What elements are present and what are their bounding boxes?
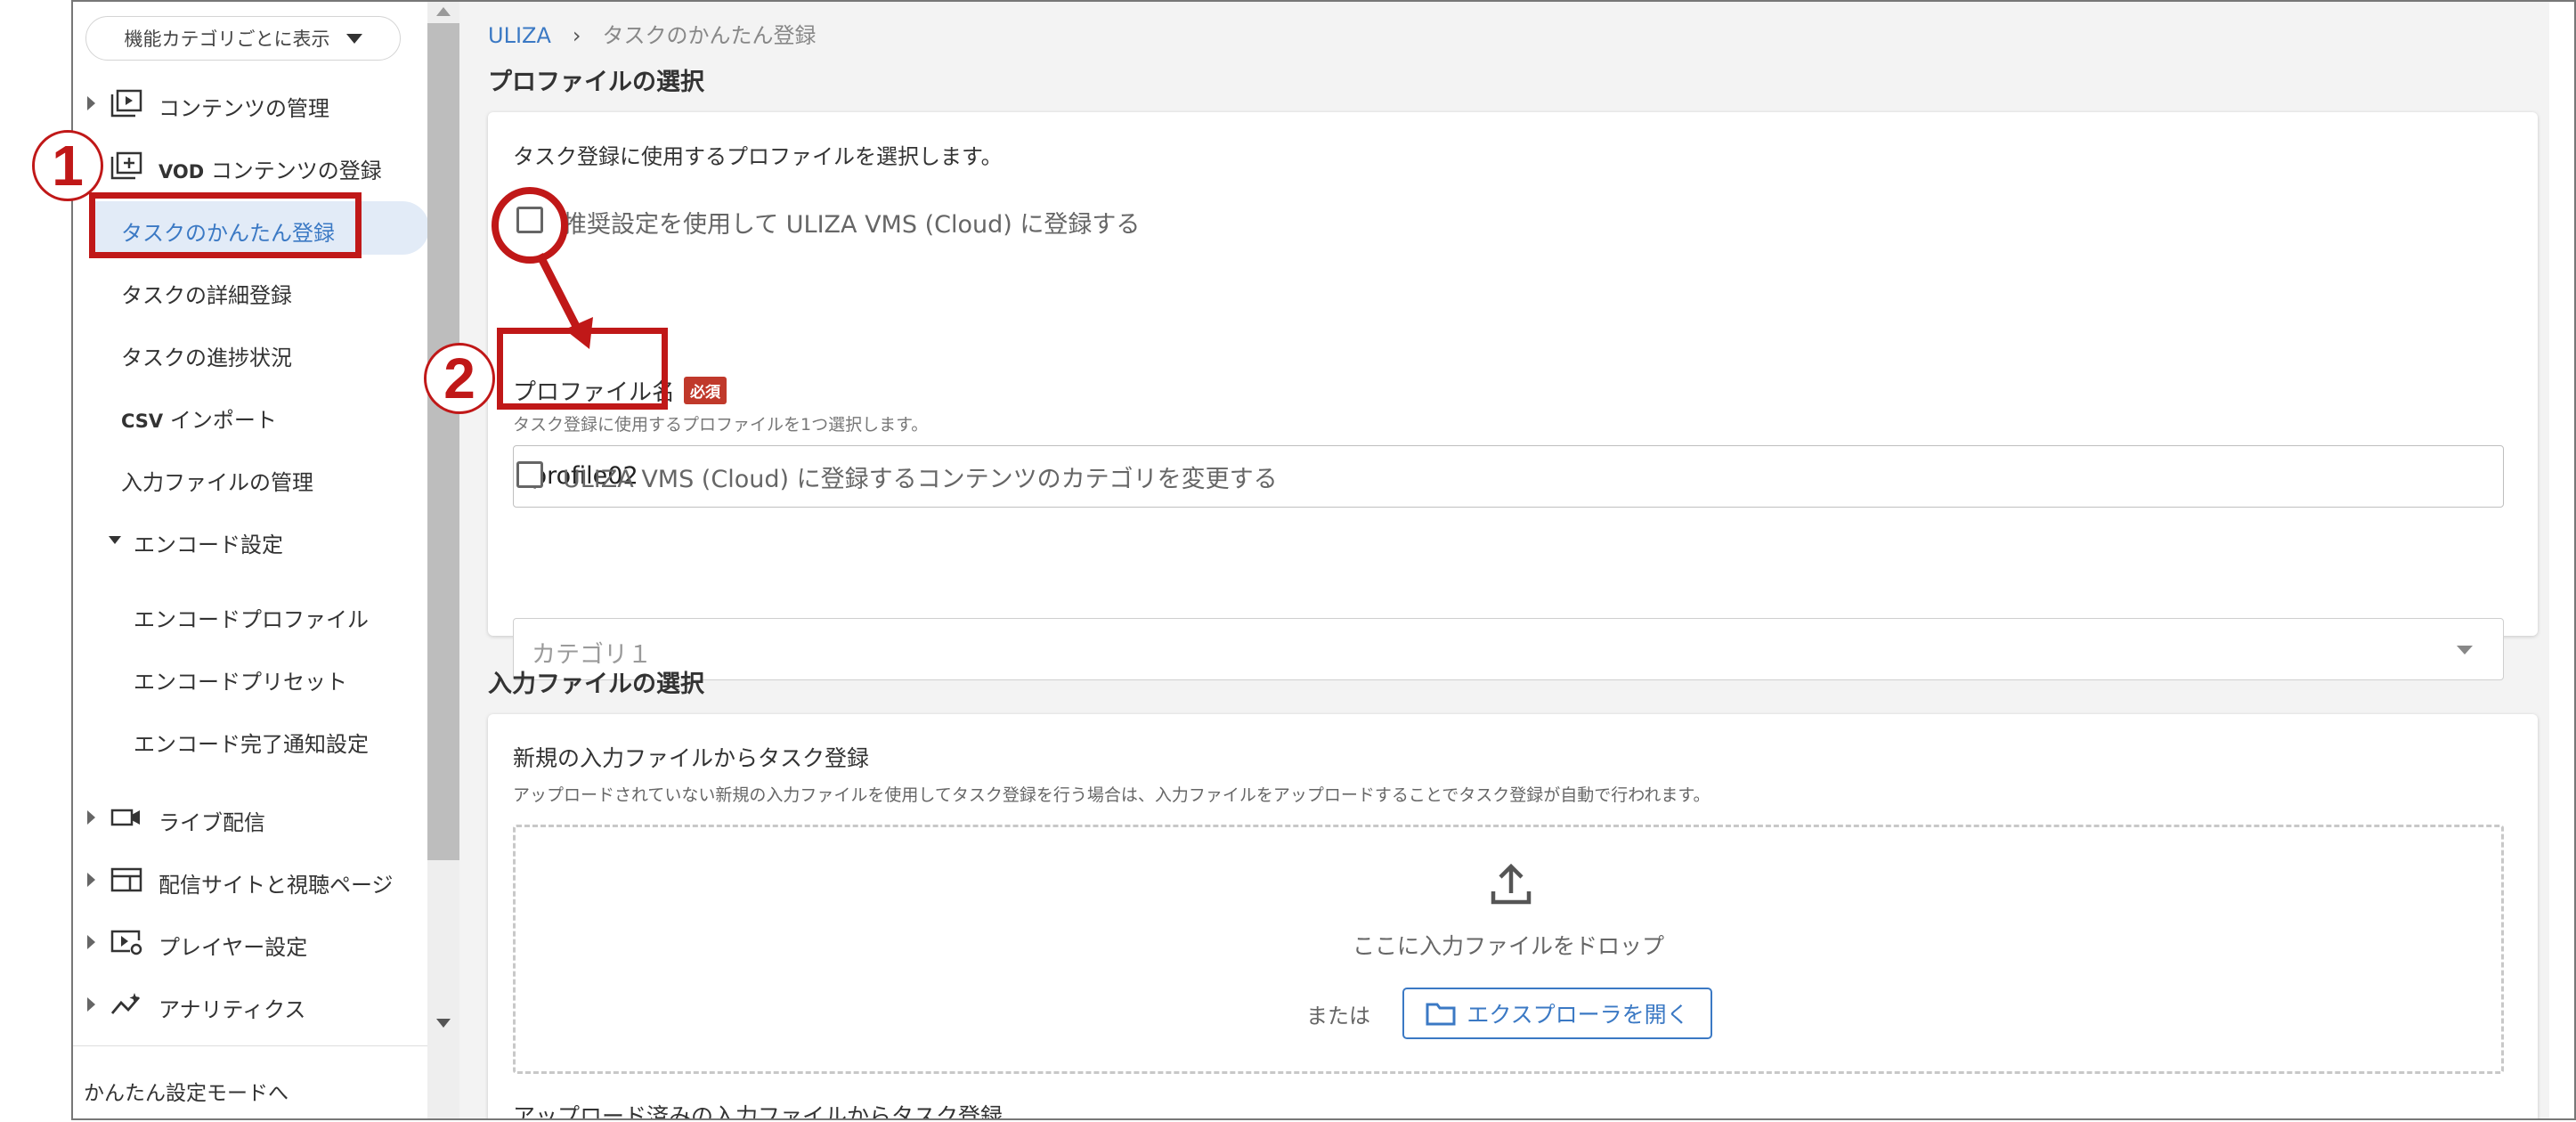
csv-label: インポート (169, 408, 277, 433)
open-explorer-label: エクスプローラを開く (1467, 1002, 1689, 1028)
profile-section-title: プロファイルの選択 (488, 69, 704, 96)
sidebar-item-label: 配信サイトと視聴ページ (158, 873, 394, 898)
new-file-description: アップロードされていない新規の入力ファイルを使用してタスク登録を行う場合は、入力… (513, 785, 1711, 805)
sidebar-item-label: エンコードプロファイル (134, 607, 369, 632)
drop-text: ここに入力ファイルをドロップ (1352, 933, 1664, 959)
breadcrumb: ULIZA › タスクのかんたん登録 (488, 18, 816, 49)
sidebar-item-label: プレイヤー設定 (158, 935, 308, 960)
input-file-card: 新規の入力ファイルからタスク登録 アップロードされていない新規の入力ファイルを使… (488, 714, 2538, 1120)
sidebar-item-label: 入力ファイルの管理 (121, 470, 313, 495)
new-file-title: 新規の入力ファイルからタスク登録 (513, 745, 870, 771)
step-2-highlight (497, 328, 668, 410)
sidebar-item-encode-preset[interactable]: エンコードプリセット (73, 650, 427, 703)
breadcrumb-root-link[interactable]: ULIZA (488, 23, 551, 48)
main-content: ULIZA › タスクのかんたん登録 プロファイルの選択 タスク登録に使用するプロフ… (459, 2, 2549, 1120)
sidebar-item-analytics[interactable]: アナリティクス (73, 978, 427, 1031)
step-1-badge: 1 (32, 130, 103, 201)
profile-name-hint: タスク登録に使用するプロファイルを1つ選択します。 (513, 415, 929, 435)
change-category-label[interactable]: ULIZA VMS (Cloud) に登録するコンテンツのカテゴリを変更する (563, 459, 1278, 494)
expand-icon (87, 935, 95, 949)
sidebar-item-detailed-task-registration[interactable]: タスクの詳細登録 (73, 264, 427, 317)
csv-prefix: CSV (121, 411, 164, 432)
scroll-down-icon[interactable] (436, 1019, 451, 1028)
vod-label: コンテンツの登録 (210, 159, 382, 183)
web-page-icon (110, 867, 142, 892)
sidebar-item-player-settings[interactable]: プレイヤー設定 (73, 915, 427, 969)
category-display-select[interactable]: 機能カテゴリごとに表示 (85, 16, 401, 61)
sidebar-item-label: タスクの進捗状況 (121, 346, 292, 370)
profile-description: タスク登録に使用するプロファイルを選択します。 (513, 144, 1003, 169)
input-section-title: 入力ファイルの選択 (488, 671, 704, 698)
sidebar-item-label: タスクの詳細登録 (121, 283, 292, 308)
easy-mode-link[interactable]: かんたん設定モードへ (84, 1076, 288, 1106)
profile-card: タスク登録に使用するプロファイルを選択します。 推奨設定を使用して ULIZA … (488, 112, 2538, 680)
recommended-settings-label[interactable]: 推奨設定を使用して ULIZA VMS (Cloud) に登録する (563, 205, 1140, 240)
collapse-icon (109, 536, 121, 544)
sidebar-item-label: エンコード設定 (134, 533, 283, 557)
add-box-icon (110, 151, 142, 180)
sidebar-item-label: エンコード完了通知設定 (134, 732, 369, 757)
vod-prefix: VOD (158, 161, 205, 183)
sidebar-divider (73, 1045, 427, 1046)
expand-icon (87, 810, 95, 825)
analytics-icon (110, 993, 141, 1014)
change-category-checkbox[interactable] (516, 461, 543, 488)
sidebar-scrollbar[interactable] (427, 2, 459, 1118)
sidebar: 機能カテゴリごとに表示 コンテンツの管理 VOD コンテンツの登録 タスクのかん… (73, 2, 429, 1118)
sidebar-item-input-file-management[interactable]: 入力ファイルの管理 (73, 451, 427, 504)
sidebar-group-encode-settings[interactable]: エンコード設定 (73, 513, 427, 566)
sidebar-item-label: VOD コンテンツの登録 (158, 153, 382, 184)
category-select[interactable]: カテゴリ１ (513, 618, 2504, 680)
video-camera-icon (110, 809, 140, 826)
breadcrumb-separator: › (572, 23, 581, 48)
expand-icon (87, 96, 95, 110)
category-select-label: 機能カテゴリごとに表示 (124, 28, 330, 50)
sidebar-item-task-progress[interactable]: タスクの進捗状況 (73, 326, 427, 379)
sidebar-item-vod-registration[interactable]: VOD コンテンツの登録 (73, 139, 427, 192)
expand-icon (87, 873, 95, 887)
sidebar-item-delivery-site[interactable]: 配信サイトと視聴ページ (73, 853, 427, 907)
player-settings-icon (110, 930, 142, 955)
step-1-highlight (89, 192, 362, 258)
or-text: または (1306, 1004, 1370, 1028)
required-badge: 必須 (684, 377, 727, 404)
folder-icon (1426, 1003, 1456, 1026)
chevron-down-icon (2457, 646, 2473, 654)
sidebar-item-label: コンテンツの管理 (158, 96, 329, 121)
sidebar-item-label: ライブ配信 (158, 810, 265, 835)
play-box-icon (110, 89, 142, 118)
app-window: 機能カテゴリごとに表示 コンテンツの管理 VOD コンテンツの登録 タスクのかん… (71, 0, 2576, 1120)
sidebar-item-label: エンコードプリセット (134, 670, 347, 695)
sidebar-item-csv-import[interactable]: CSV インポート (73, 388, 427, 442)
sidebar-item-encode-notification[interactable]: エンコード完了通知設定 (73, 712, 427, 766)
sidebar-item-live[interactable]: ライブ配信 (73, 791, 427, 844)
chevron-down-icon (345, 33, 362, 44)
open-explorer-button[interactable]: エクスプローラを開く (1402, 988, 1712, 1039)
scrollbar-thumb[interactable] (427, 23, 459, 860)
sidebar-item-label: CSV インポート (121, 402, 277, 434)
upload-icon (1491, 863, 1532, 905)
uploaded-file-title: アップロード済みの入力ファイルからタスク登録 (513, 1103, 1004, 1120)
sidebar-item-encode-profile[interactable]: エンコードプロファイル (73, 588, 427, 641)
breadcrumb-current: タスクのかんたん登録 (602, 23, 817, 48)
expand-icon (87, 997, 95, 1012)
file-drop-zone[interactable]: ここに入力ファイルをドロップ または エクスプローラを開く (513, 825, 2504, 1074)
sidebar-item-label: アナリティクス (158, 997, 306, 1022)
sidebar-item-contents-management[interactable]: コンテンツの管理 (73, 77, 427, 130)
step-2-badge: 2 (424, 343, 495, 414)
scroll-up-icon[interactable] (436, 7, 451, 16)
